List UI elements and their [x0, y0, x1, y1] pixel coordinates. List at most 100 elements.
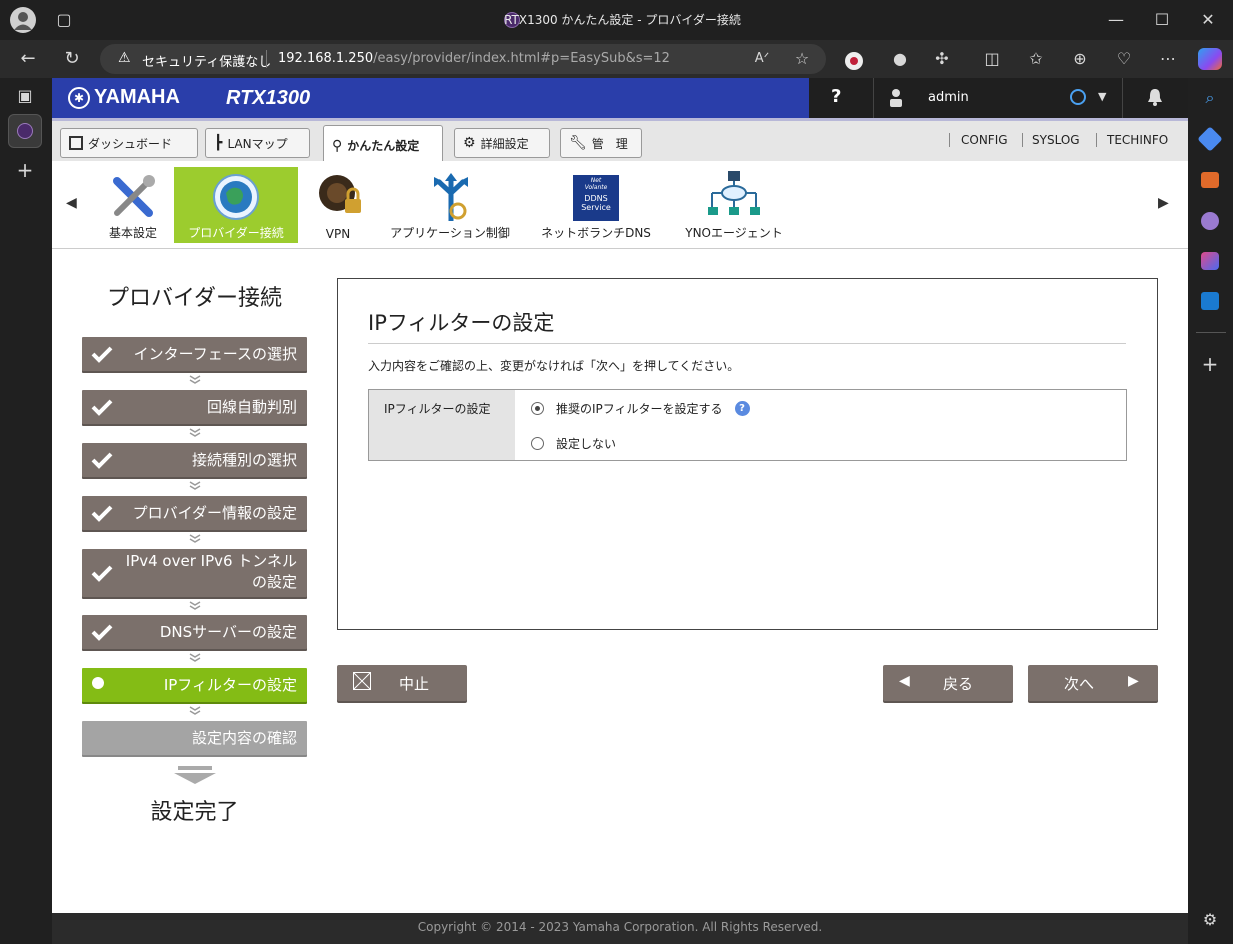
user-icon[interactable]	[889, 88, 903, 112]
tab-actions-icon[interactable]: ▣	[13, 86, 37, 106]
app-control-icon	[434, 173, 468, 221]
radio-none[interactable]: 設定しない	[531, 435, 616, 452]
feature-basic-settings[interactable]: 基本設定	[100, 167, 166, 243]
current-step-pin-icon	[92, 677, 104, 689]
minimize-icon[interactable]: —	[1104, 10, 1128, 30]
filter-form-table: IPフィルターの設定 推奨のIPフィルターを設定する ? 設定しない	[368, 389, 1127, 461]
back-button[interactable]: ◀ 戻る	[883, 665, 1013, 701]
step-chevron-icon	[189, 706, 201, 715]
radio-recommended[interactable]: 推奨のIPフィルターを設定する ?	[531, 400, 750, 417]
url-path: /easy/provider/index.html#p=EasySub&s=12	[373, 51, 670, 66]
wizard-step-label-2: の設定	[251, 573, 297, 591]
radio-recommended-icon[interactable]	[531, 402, 544, 415]
tab-advanced[interactable]: ⚙ 詳細設定	[454, 128, 550, 158]
notification-bell-icon[interactable]	[1147, 87, 1163, 111]
gear-icon: ⚙	[463, 135, 476, 151]
help-icon[interactable]: ?	[734, 401, 750, 416]
search-icon[interactable]: ⌕	[1198, 88, 1222, 108]
toolbox-icon[interactable]	[1201, 172, 1219, 188]
tab-dashboard[interactable]: ダッシュボード	[60, 128, 198, 158]
read-aloud-icon[interactable]: Aᐟ	[750, 49, 774, 69]
radio-none-icon[interactable]	[531, 437, 544, 450]
url-divider	[266, 50, 267, 68]
panel-instruction: 入力内容をご確認の上、変更がなければ「次へ」を押してください。	[368, 359, 740, 373]
feature-ddns-label: ネットボランチDNS	[541, 226, 651, 240]
wizard-title: プロバイダー接続	[106, 286, 283, 311]
puzzle-icon[interactable]: ✣	[930, 49, 954, 69]
status-ring-icon[interactable]	[1070, 89, 1086, 105]
feature-basic-settings-label: 基本設定	[108, 226, 157, 240]
feature-yno-agent[interactable]: YNOエージェント	[674, 167, 794, 243]
link-divider	[1096, 133, 1097, 147]
feature-app-control[interactable]: アプリケーション制御	[382, 167, 518, 243]
yamaha-logo-icon: ✱	[68, 87, 90, 109]
add-sidebar-icon[interactable]: +	[1198, 354, 1222, 374]
radio-recommended-label[interactable]: 推奨のIPフィルターを設定する	[556, 400, 723, 417]
next-button[interactable]: 次へ ▶	[1028, 665, 1158, 701]
brand-name: YAMAHA	[94, 86, 180, 108]
maximize-icon[interactable]: ☐	[1150, 10, 1174, 30]
close-icon[interactable]: ✕	[1196, 10, 1220, 30]
tab-lanmap[interactable]: ┣ LANマップ	[205, 128, 310, 158]
warning-icon[interactable]: ⚠	[118, 50, 131, 66]
extension-icon[interactable]: ●	[888, 49, 912, 69]
cancel-button[interactable]: 中止	[337, 665, 467, 701]
syslog-link[interactable]: SYSLOG	[1032, 133, 1080, 147]
settings-icon[interactable]: ⚙	[1198, 910, 1222, 930]
header-divider-2	[1122, 78, 1123, 118]
step-chevron-icon	[189, 428, 201, 437]
refresh-icon[interactable]: ↻	[60, 49, 84, 69]
security-label[interactable]: セキュリティ保護なし	[142, 51, 271, 70]
games-icon[interactable]	[1201, 212, 1219, 230]
step-chevron-icon	[189, 481, 201, 490]
tab-thumbnail[interactable]	[8, 114, 42, 148]
check-icon	[91, 452, 113, 469]
help-button[interactable]: ?	[831, 86, 841, 107]
wizard-step-label: IPフィルターの設定	[163, 676, 297, 694]
techinfo-link[interactable]: TECHINFO	[1107, 133, 1168, 147]
link-divider	[949, 133, 950, 147]
wizard-step: インターフェースの選択	[82, 337, 307, 371]
tab-management[interactable]: 🔧︎ 管 理	[560, 128, 642, 158]
vpn-lock-icon	[319, 175, 361, 213]
wrench-icon: 🔧︎	[569, 135, 587, 151]
split-screen-icon[interactable]: ◫	[980, 49, 1004, 69]
office-icon[interactable]	[1201, 252, 1219, 270]
favorites-icon[interactable]: ✩	[1024, 49, 1048, 69]
url-text[interactable]: 192.168.1.250/easy/provider/index.html#p…	[278, 51, 670, 66]
address-bar[interactable]: ⚠ セキュリティ保護なし 192.168.1.250/easy/provider…	[100, 44, 826, 74]
feature-ddns[interactable]: Net Volante DDNS Service ネットボランチDNS	[534, 167, 658, 243]
radio-none-label[interactable]: 設定しない	[556, 435, 616, 452]
shopping-icon[interactable]	[1197, 126, 1223, 152]
copilot-icon[interactable]	[1198, 48, 1222, 70]
check-icon	[91, 624, 113, 641]
add-favorite-icon[interactable]: ☆	[790, 49, 814, 69]
scroll-left-icon[interactable]: ◀	[66, 195, 77, 211]
check-icon	[91, 505, 113, 522]
user-name[interactable]: admin	[928, 90, 969, 105]
wizard-step: プロバイダー情報の設定	[82, 496, 307, 530]
check-icon	[91, 346, 113, 363]
theme-icon[interactable]	[845, 52, 863, 70]
config-link[interactable]: CONFIG	[961, 133, 1008, 147]
back-icon[interactable]: ←	[16, 49, 40, 69]
tab-dashboard-label: ダッシュボード	[88, 136, 173, 151]
filter-row-label: IPフィルターの設定	[384, 402, 491, 416]
filter-row-label-cell: IPフィルターの設定	[369, 390, 515, 460]
health-icon[interactable]: ♡	[1112, 49, 1136, 69]
tab-easy-setup[interactable]: ⚲ かんたん設定	[323, 125, 443, 165]
ddns-badge-line4: Service	[581, 203, 611, 212]
next-label: 次へ	[1064, 675, 1095, 693]
browser-titlebar: ▢ RTX1300 かんたん設定 - プロバイダー接続 — ☐ ✕	[0, 0, 1233, 40]
tools-icon	[113, 175, 155, 217]
more-icon[interactable]: ⋯	[1156, 49, 1180, 69]
scroll-right-icon[interactable]: ▶	[1158, 195, 1169, 211]
wizard-step-label: 回線自動判別	[206, 398, 297, 416]
feature-provider[interactable]: プロバイダー接続	[174, 167, 298, 243]
lanmap-icon: ┣	[214, 135, 223, 151]
dropdown-icon[interactable]: ▼	[1098, 90, 1106, 103]
feature-vpn[interactable]: VPN	[307, 167, 369, 243]
collections-icon[interactable]: ⊕	[1068, 49, 1092, 69]
new-tab-icon[interactable]: +	[13, 160, 37, 180]
outlook-icon[interactable]	[1201, 292, 1219, 310]
